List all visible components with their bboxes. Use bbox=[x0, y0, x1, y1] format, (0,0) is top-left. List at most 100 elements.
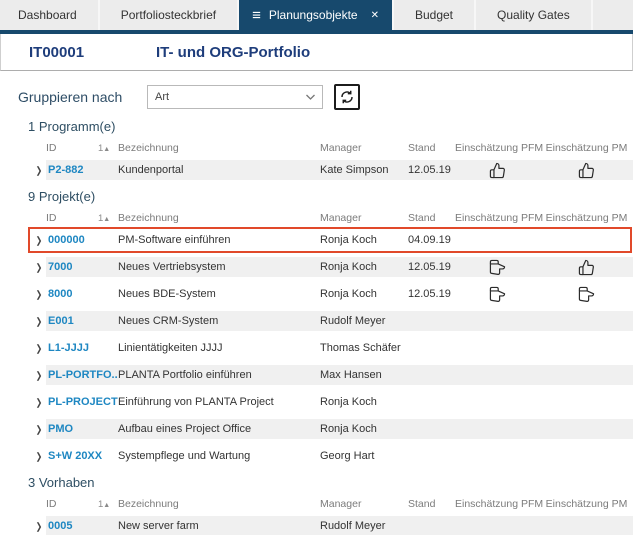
group-by-label: Gruppieren nach bbox=[18, 89, 147, 105]
row-manager: Rudolf Meyer bbox=[320, 315, 408, 327]
column-header-manager[interactable]: Manager bbox=[320, 498, 408, 510]
column-header-manager[interactable]: Manager bbox=[320, 142, 408, 154]
chevron-right-icon[interactable]: ❯ bbox=[32, 370, 46, 381]
chevron-right-icon[interactable]: ❯ bbox=[32, 521, 46, 532]
column-header-bezeichnung[interactable]: Bezeichnung bbox=[118, 142, 320, 154]
tab-label: Planungsobjekte bbox=[269, 8, 358, 22]
row-einschaetzung-pm bbox=[540, 259, 633, 276]
table-row[interactable]: ❯ 8000 Neues BDE-System Ronja Koch 12.05… bbox=[0, 284, 633, 304]
thumb-up-icon bbox=[578, 259, 595, 276]
tab-portfoliosteckbrief[interactable]: Portfoliosteckbrief bbox=[100, 0, 239, 30]
row-bezeichnung: Neues Vertriebsystem bbox=[118, 261, 320, 273]
row-id-link[interactable]: 7000 bbox=[46, 261, 118, 273]
chevron-right-icon[interactable]: ❯ bbox=[32, 235, 46, 246]
row-stand: 12.05.19 bbox=[408, 164, 455, 176]
column-header-id[interactable]: ID bbox=[46, 212, 98, 224]
row-manager: Ronja Koch bbox=[320, 261, 408, 273]
column-header-einschaetzung-pm[interactable]: Einschätzung PM bbox=[540, 498, 633, 510]
row-id-link[interactable]: PL-PORTFO... bbox=[46, 369, 118, 381]
chevron-right-icon[interactable]: ❯ bbox=[32, 424, 46, 435]
row-manager: Ronja Koch bbox=[320, 396, 408, 408]
close-icon[interactable]: ✕ bbox=[371, 10, 379, 21]
row-manager: Thomas Schäfer bbox=[320, 342, 408, 354]
row-id-link[interactable]: E001 bbox=[46, 315, 118, 327]
sort-asc-icon[interactable]: 1▲ bbox=[98, 499, 118, 510]
column-header-einschaetzung-pfm[interactable]: Einschätzung PFM bbox=[455, 212, 540, 224]
group-toolbar: Gruppieren nach Art bbox=[18, 84, 633, 110]
table-row[interactable]: ❯ PL-PROJECT Einführung von PLANTA Proje… bbox=[0, 392, 633, 412]
row-bezeichnung: Systempflege und Wartung bbox=[118, 450, 320, 462]
sort-asc-icon[interactable]: 1▲ bbox=[98, 143, 118, 154]
table-header-row: ID 1▲ Bezeichnung Manager Stand Einschät… bbox=[0, 211, 633, 225]
row-einschaetzung-pfm bbox=[455, 259, 540, 276]
column-header-bezeichnung[interactable]: Bezeichnung bbox=[118, 212, 320, 224]
tab-budget[interactable]: Budget bbox=[394, 0, 476, 30]
column-header-bezeichnung[interactable]: Bezeichnung bbox=[118, 498, 320, 510]
row-manager: Rudolf Meyer bbox=[320, 520, 408, 532]
table-row[interactable]: ❯ 0005 New server farm Rudolf Meyer bbox=[0, 516, 633, 535]
row-bezeichnung: PM-Software einführen bbox=[118, 234, 320, 246]
table-header-row: ID 1▲ Bezeichnung Manager Stand Einschät… bbox=[0, 497, 633, 511]
chevron-right-icon[interactable]: ❯ bbox=[32, 451, 46, 462]
table-row[interactable]: ❯ S+W 20XX Systempflege und Wartung Geor… bbox=[0, 446, 633, 466]
page-title: IT- und ORG-Portfolio bbox=[156, 44, 310, 61]
group-by-value: Art bbox=[155, 91, 169, 103]
row-manager: Ronja Koch bbox=[320, 288, 408, 300]
section-title: 3 Vorhaben bbox=[28, 475, 633, 490]
planning-objects-list: 1 Programm(e) ID 1▲ Bezeichnung Manager … bbox=[0, 119, 633, 535]
row-stand: 04.09.19 bbox=[408, 234, 455, 246]
section: 9 Projekt(e) ID 1▲ Bezeichnung Manager S… bbox=[0, 189, 633, 466]
row-manager: Ronja Koch bbox=[320, 423, 408, 435]
row-manager: Ronja Koch bbox=[320, 234, 408, 246]
row-id-link[interactable]: S+W 20XX bbox=[46, 450, 118, 462]
column-header-einschaetzung-pfm[interactable]: Einschätzung PFM bbox=[455, 498, 540, 510]
column-header-id[interactable]: ID bbox=[46, 498, 98, 510]
table-row[interactable]: ❯ E001 Neues CRM-System Rudolf Meyer bbox=[0, 311, 633, 331]
row-id-link[interactable]: 0005 bbox=[46, 520, 118, 532]
sort-asc-icon[interactable]: 1▲ bbox=[98, 213, 118, 224]
row-id-link[interactable]: P2-882 bbox=[46, 164, 118, 176]
chevron-right-icon[interactable]: ❯ bbox=[32, 397, 46, 408]
row-id-link[interactable]: L1-JJJJ bbox=[46, 342, 118, 354]
hamburger-icon[interactable]: ≡ bbox=[252, 8, 260, 23]
row-id-link[interactable]: PMO bbox=[46, 423, 118, 435]
chevron-right-icon[interactable]: ❯ bbox=[32, 289, 46, 300]
row-bezeichnung: Neues CRM-System bbox=[118, 315, 320, 327]
chevron-right-icon[interactable]: ❯ bbox=[32, 165, 46, 176]
table-row[interactable]: ❯ 7000 Neues Vertriebsystem Ronja Koch 1… bbox=[0, 257, 633, 277]
chevron-right-icon[interactable]: ❯ bbox=[32, 316, 46, 327]
column-header-stand[interactable]: Stand bbox=[408, 142, 455, 154]
column-header-einschaetzung-pm[interactable]: Einschätzung PM bbox=[540, 142, 633, 154]
row-id-link[interactable]: PL-PROJECT bbox=[46, 396, 118, 408]
row-bezeichnung: Linientätigkeiten JJJJ bbox=[118, 342, 320, 354]
section-title: 9 Projekt(e) bbox=[28, 189, 633, 204]
table-row[interactable]: ❯ PL-PORTFO... PLANTA Portfolio einführe… bbox=[0, 365, 633, 385]
table-row[interactable]: ❯ L1-JJJJ Linientätigkeiten JJJJ Thomas … bbox=[0, 338, 633, 358]
refresh-button[interactable] bbox=[334, 84, 360, 110]
chevron-down-icon bbox=[305, 93, 316, 101]
row-stand: 12.05.19 bbox=[408, 261, 455, 273]
group-by-select[interactable]: Art bbox=[147, 85, 323, 109]
tab-bar: Dashboard Portfoliosteckbrief ≡ Planungs… bbox=[0, 0, 633, 30]
column-header-manager[interactable]: Manager bbox=[320, 212, 408, 224]
row-manager: Max Hansen bbox=[320, 369, 408, 381]
chevron-right-icon[interactable]: ❯ bbox=[32, 343, 46, 354]
row-id-link[interactable]: 8000 bbox=[46, 288, 118, 300]
row-id-link[interactable]: 000000 bbox=[46, 234, 118, 246]
column-header-stand[interactable]: Stand bbox=[408, 212, 455, 224]
thumb-neutral-icon bbox=[489, 259, 506, 276]
tab-dashboard[interactable]: Dashboard bbox=[0, 0, 100, 30]
table-row[interactable]: ❯ P2-882 Kundenportal Kate Simpson 12.05… bbox=[0, 160, 633, 180]
column-header-stand[interactable]: Stand bbox=[408, 498, 455, 510]
row-einschaetzung-pm bbox=[540, 286, 633, 303]
chevron-right-icon[interactable]: ❯ bbox=[32, 262, 46, 273]
thumb-neutral-icon bbox=[489, 286, 506, 303]
table-row[interactable]: ❯ PMO Aufbau eines Project Office Ronja … bbox=[0, 419, 633, 439]
tab-planungsobjekte[interactable]: ≡ Planungsobjekte ✕ bbox=[239, 0, 394, 30]
tab-quality-gates[interactable]: Quality Gates bbox=[476, 0, 593, 30]
row-bezeichnung: Neues BDE-System bbox=[118, 288, 320, 300]
column-header-einschaetzung-pfm[interactable]: Einschätzung PFM bbox=[455, 142, 540, 154]
table-row[interactable]: ❯ 000000 PM-Software einführen Ronja Koc… bbox=[0, 230, 633, 250]
column-header-id[interactable]: ID bbox=[46, 142, 98, 154]
column-header-einschaetzung-pm[interactable]: Einschätzung PM bbox=[540, 212, 633, 224]
